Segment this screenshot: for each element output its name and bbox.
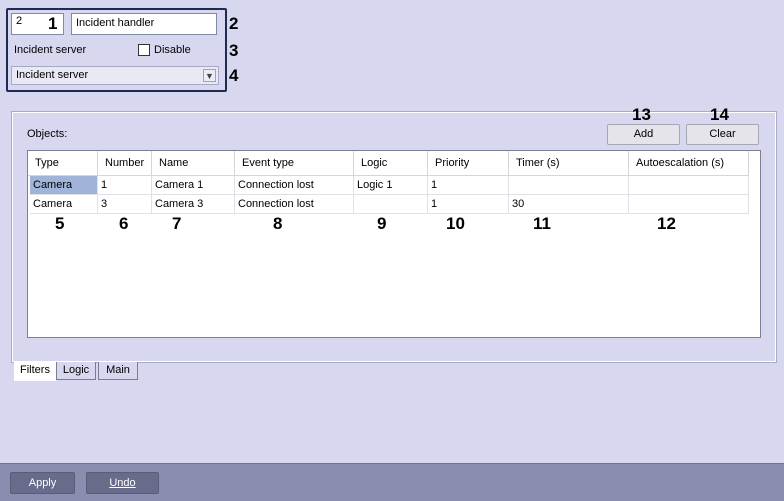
objects-label: Objects: (27, 128, 68, 140)
objects-table: Type Number Name Event type Logic Priori… (27, 150, 761, 338)
chevron-down-icon[interactable]: ▼ (203, 69, 216, 82)
table-cell[interactable]: 1 (428, 195, 509, 214)
table-cell[interactable]: Camera 3 (152, 195, 235, 214)
callout-13: 13 (632, 105, 651, 124)
column-header-name[interactable]: Name (152, 151, 235, 176)
tab-filters[interactable]: Filters (14, 362, 56, 381)
column-header-number[interactable]: Number (98, 151, 152, 176)
table-cell[interactable]: 1 (428, 176, 509, 195)
table-cell[interactable] (509, 176, 629, 195)
undo-button[interactable]: Undo (86, 472, 159, 494)
tab-main[interactable]: Main (98, 362, 138, 380)
callout-3: 3 (229, 41, 239, 60)
table-cell[interactable]: Connection lost (235, 195, 354, 214)
tab-logic[interactable]: Logic (56, 362, 96, 380)
add-button[interactable]: Add (607, 124, 680, 145)
table-cell[interactable]: 1 (98, 176, 152, 195)
table-cell[interactable]: Camera (30, 176, 98, 195)
callout-8: 8 (273, 214, 283, 233)
table-cell[interactable]: 3 (98, 195, 152, 214)
server-select-value: Incident server (16, 69, 89, 81)
table-cell[interactable]: Logic 1 (354, 176, 428, 195)
apply-button[interactable]: Apply (10, 472, 75, 494)
column-header-timer[interactable]: Timer (s) (509, 151, 629, 176)
callout-2: 2 (229, 14, 239, 33)
name-field[interactable]: Incident handler (71, 13, 217, 35)
column-header-autoescalation[interactable]: Autoescalation (s) (629, 151, 749, 176)
callout-6: 6 (119, 214, 129, 233)
table-cell[interactable] (629, 195, 749, 214)
clear-button[interactable]: Clear (686, 124, 759, 145)
table-cell[interactable] (629, 176, 749, 195)
table-cell[interactable]: Camera (30, 195, 98, 214)
disable-checkbox[interactable] (138, 44, 150, 56)
column-header-type[interactable]: Type (28, 151, 98, 176)
table-cell[interactable]: 30 (509, 195, 629, 214)
callout-11: 11 (533, 214, 551, 233)
callout-14: 14 (710, 105, 729, 124)
server-label: Incident server (14, 44, 87, 56)
table-cell[interactable] (354, 195, 428, 214)
callout-12: 12 (657, 214, 676, 233)
server-select[interactable]: Incident server ▼ (11, 66, 219, 85)
callout-10: 10 (446, 214, 465, 233)
column-header-priority[interactable]: Priority (428, 151, 509, 176)
table-cell[interactable]: Connection lost (235, 176, 354, 195)
callout-4: 4 (229, 66, 239, 85)
callout-5: 5 (55, 214, 65, 233)
column-header-event-type[interactable]: Event type (235, 151, 354, 176)
callout-9: 9 (377, 214, 387, 233)
table-cell[interactable]: Camera 1 (152, 176, 235, 195)
column-header-logic[interactable]: Logic (354, 151, 428, 176)
callout-7: 7 (172, 214, 182, 233)
disable-label: Disable (154, 44, 191, 56)
callout-1: 1 (48, 14, 58, 33)
